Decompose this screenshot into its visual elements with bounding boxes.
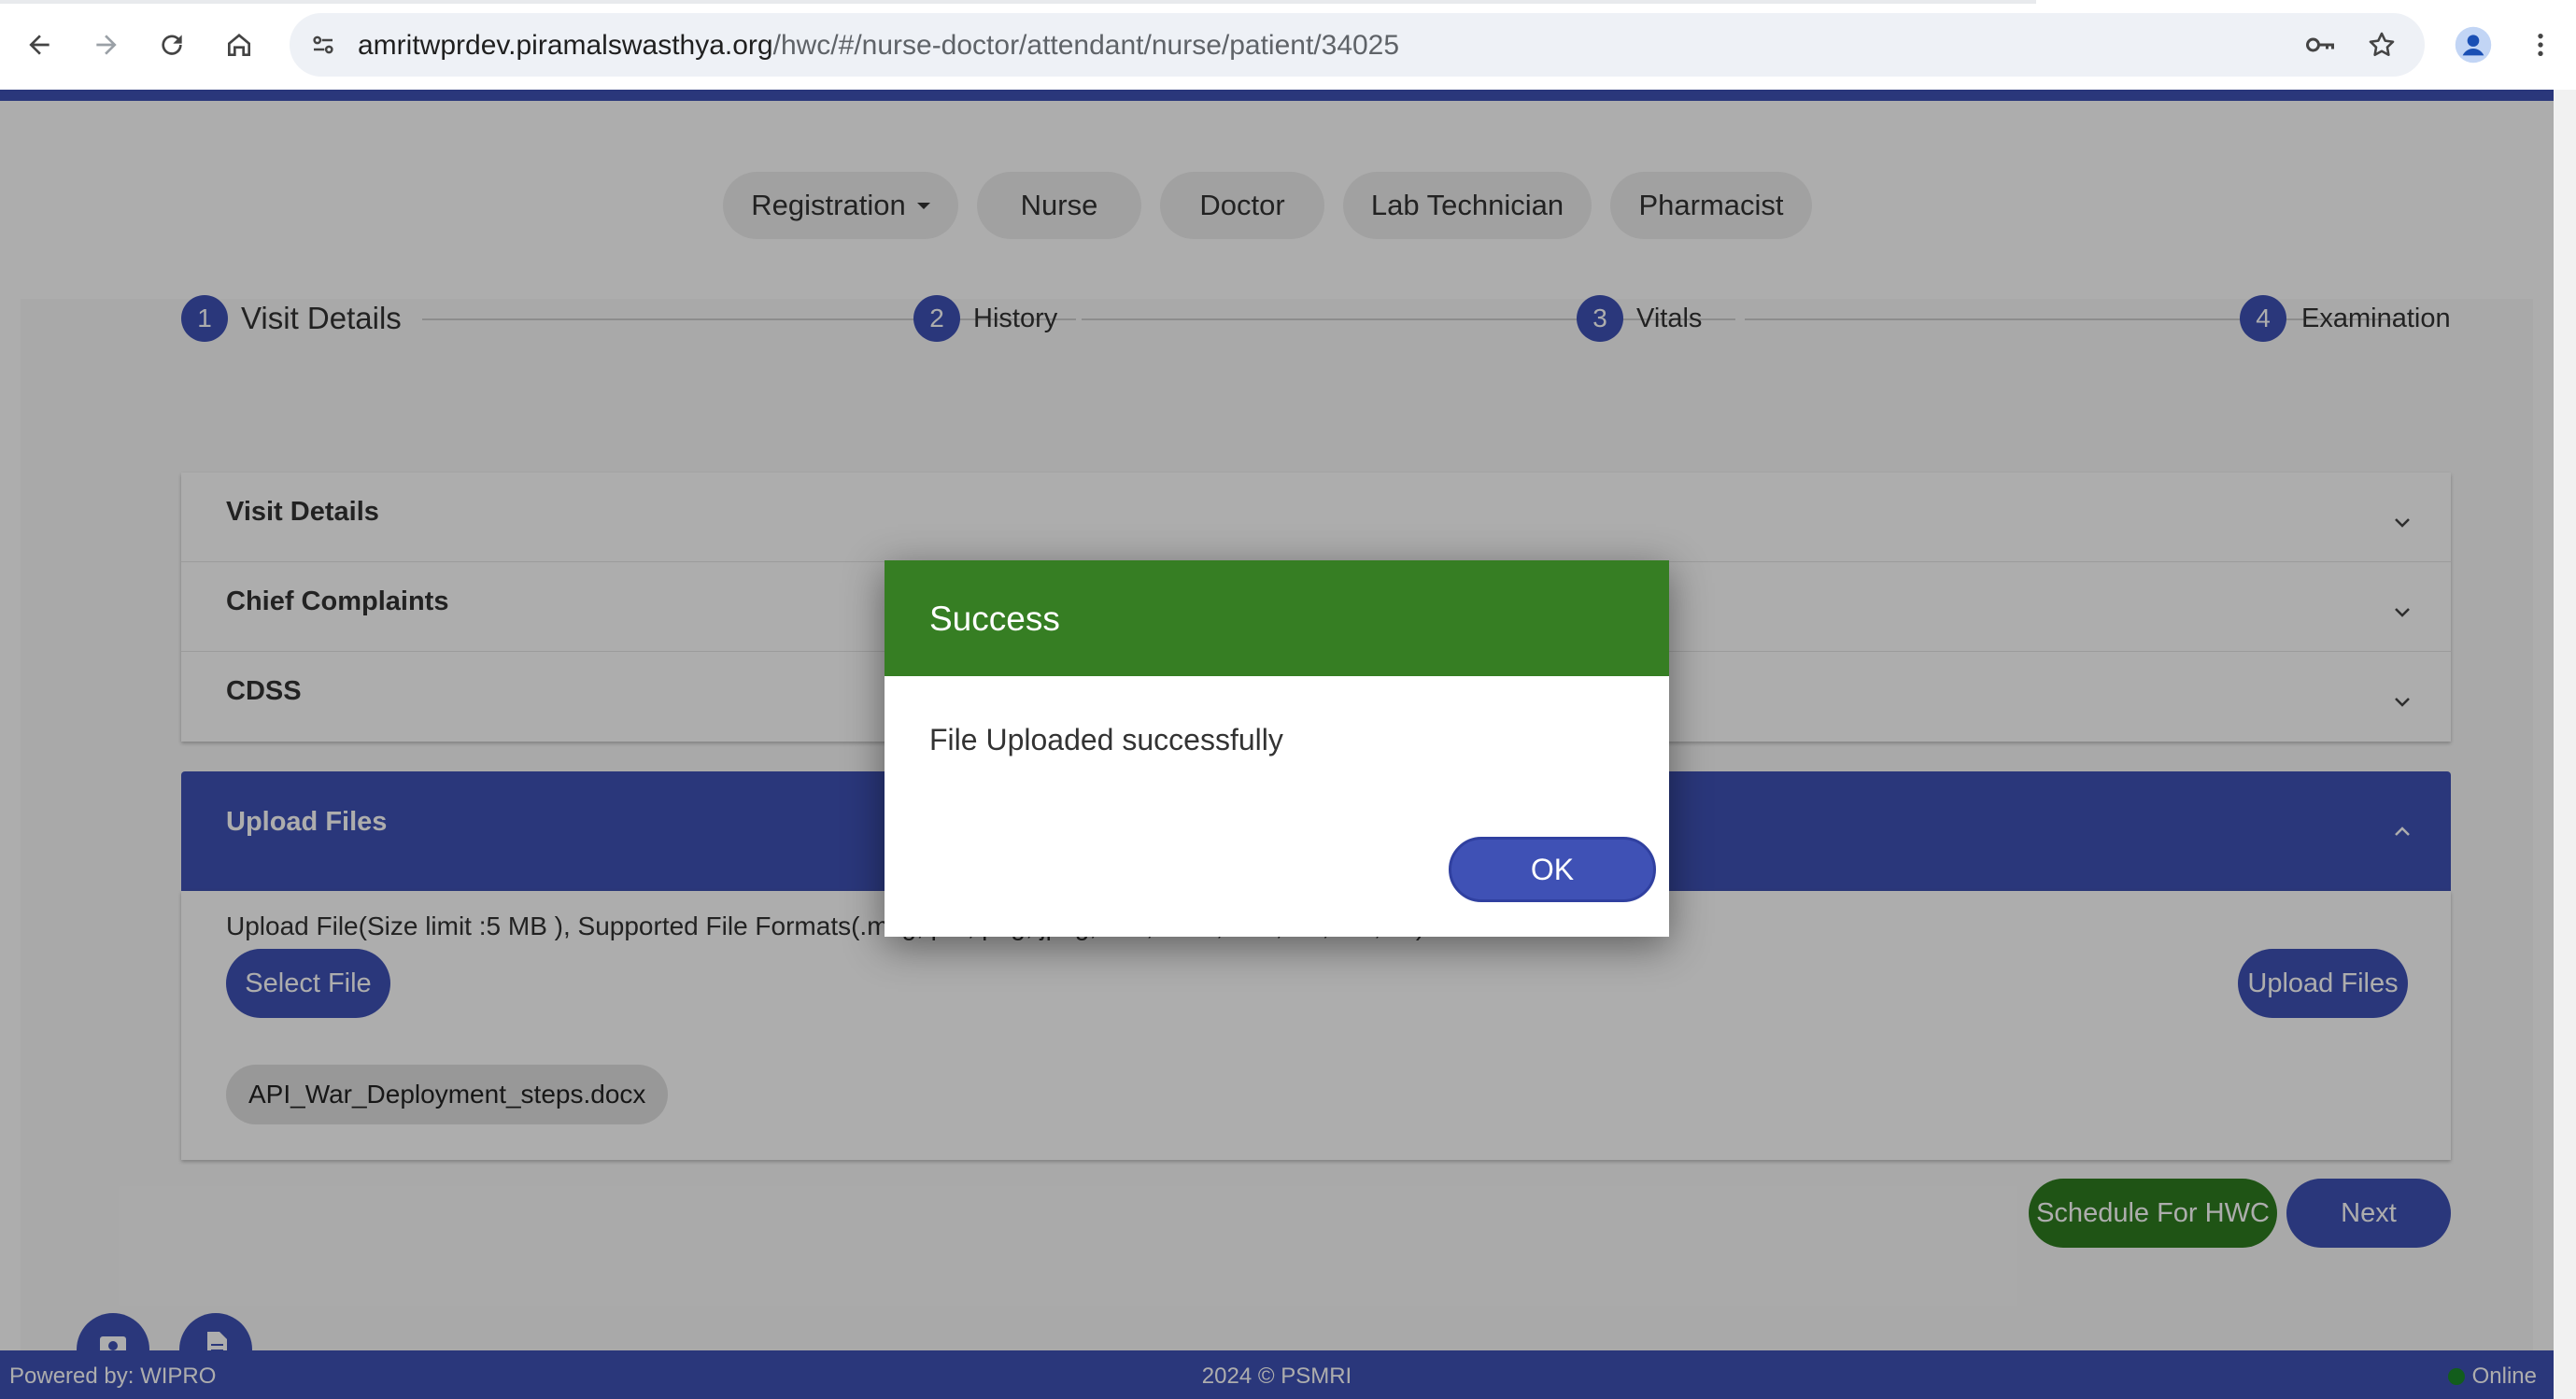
address-bar[interactable]: amritwprdev.piramalswasthya.org/hwc/#/nu…: [290, 13, 2425, 77]
profile-avatar-icon[interactable]: [2449, 21, 2498, 69]
browser-toolbar: amritwprdev.piramalswasthya.org/hwc/#/nu…: [0, 0, 2576, 90]
dialog-title: Success: [929, 600, 1060, 638]
bookmark-star-icon[interactable]: [2363, 26, 2400, 64]
password-key-icon[interactable]: [2301, 26, 2339, 64]
loading-bar: [0, 0, 2036, 4]
reload-icon[interactable]: [148, 21, 196, 69]
back-icon[interactable]: [15, 21, 64, 69]
page-scrollbar[interactable]: [2554, 90, 2576, 1399]
dialog-message: File Uploaded successfully: [929, 723, 1283, 756]
success-dialog: Success File Uploaded successfully OK: [885, 560, 1669, 937]
url-text[interactable]: amritwprdev.piramalswasthya.org/hwc/#/nu…: [358, 30, 1399, 62]
forward-icon[interactable]: [82, 21, 131, 69]
dialog-header: Success: [885, 560, 1669, 676]
ok-button[interactable]: OK: [1449, 837, 1656, 902]
home-icon[interactable]: [215, 21, 263, 69]
browser-menu-icon[interactable]: [2516, 21, 2565, 69]
site-settings-icon[interactable]: [304, 26, 342, 64]
